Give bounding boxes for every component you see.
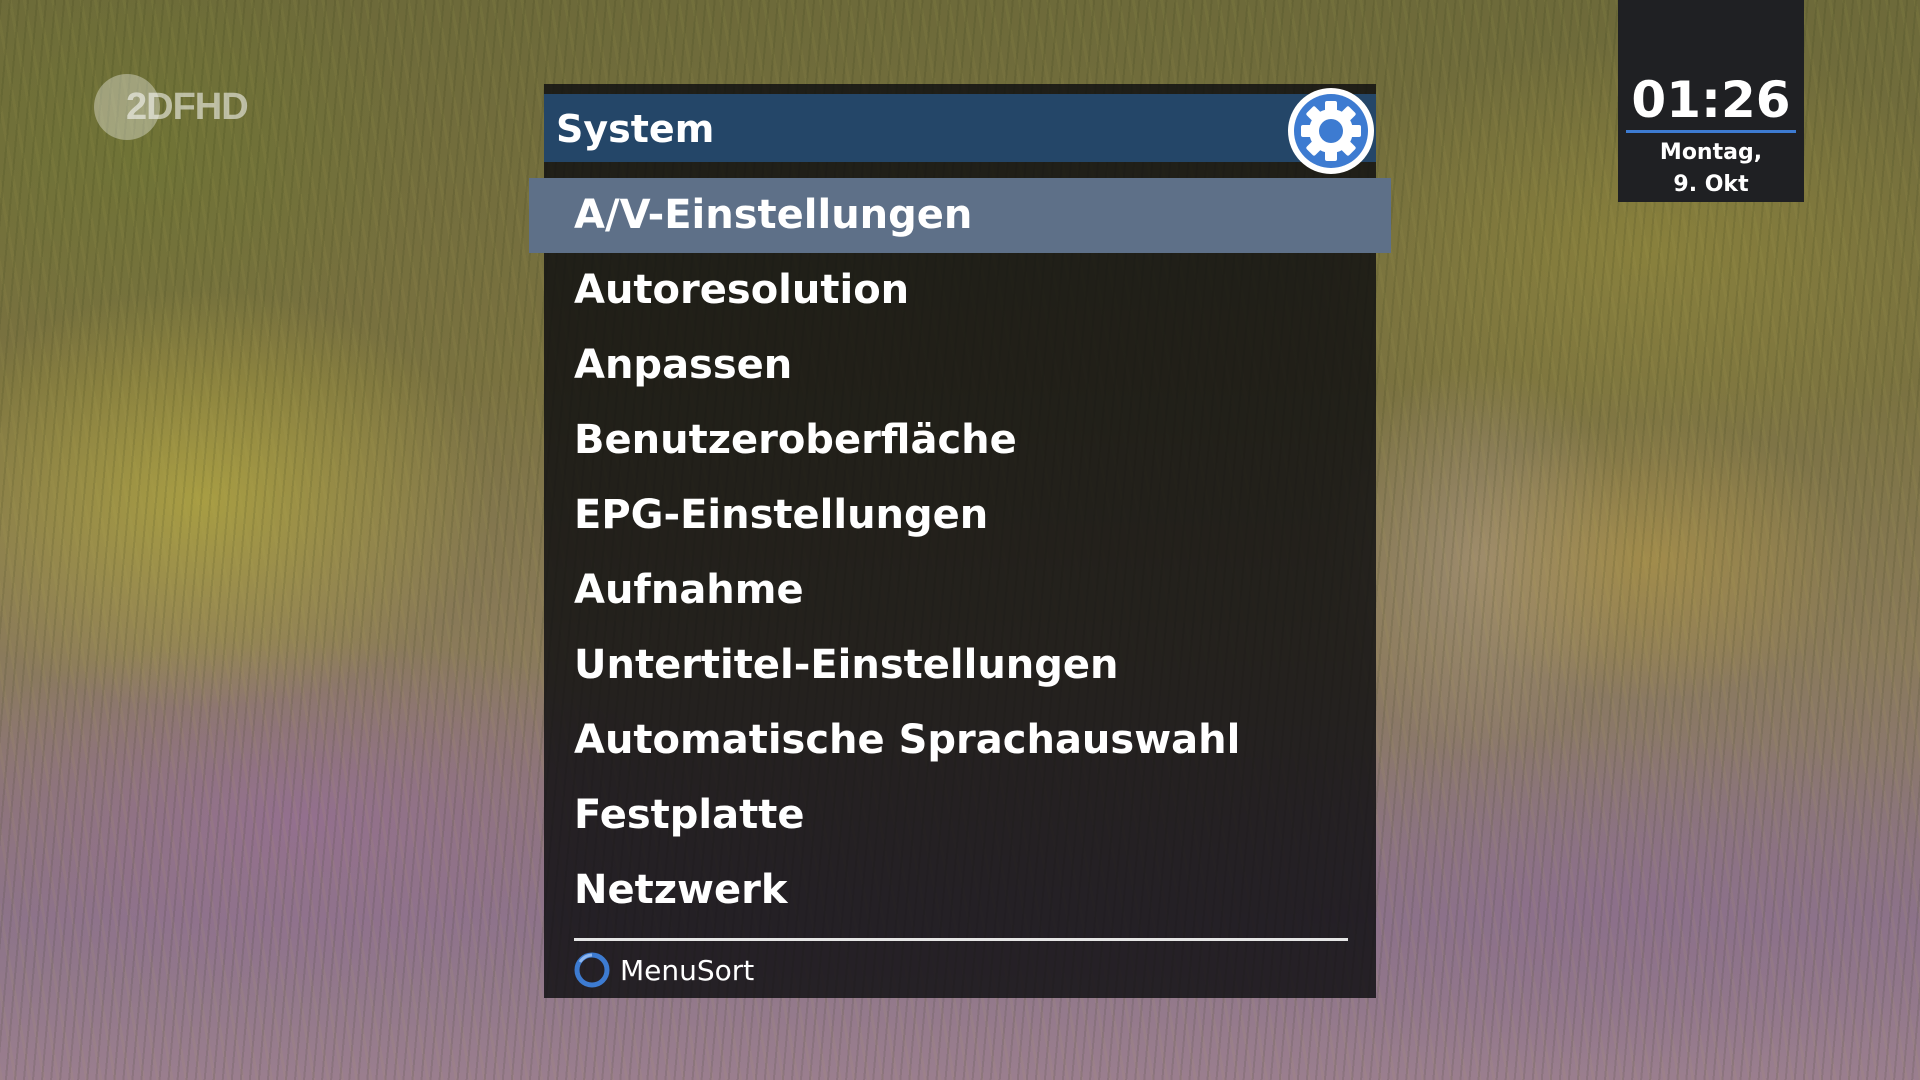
menu-item-hard-disk[interactable]: Festplatte (544, 778, 1376, 853)
menu-title: System (556, 107, 715, 151)
clock-day: Montag, (1659, 140, 1763, 165)
clock-divider (1626, 130, 1796, 133)
menu-item-user-interface[interactable]: Benutzeroberfläche (544, 403, 1376, 478)
menu-item-epg-settings[interactable]: EPG-Einstellungen (544, 478, 1376, 553)
menu-item-av-settings[interactable]: A/V-Einstellungen (529, 178, 1391, 253)
system-menu: System A/V-Einstellungen Autoresolution … (529, 84, 1391, 998)
menu-item-label: Aufnahme (574, 567, 804, 613)
gear-icon (1288, 88, 1374, 174)
clock-panel: 01:26 Montag, 9. Okt (1618, 0, 1804, 202)
tv-screen: 2DFHD 01:26 Montag, 9. Okt System A/V-Ei… (0, 0, 1920, 1080)
menu-item-label: Untertitel-Einstellungen (574, 642, 1119, 688)
menu-header: System (544, 94, 1376, 162)
menu-item-network[interactable]: Netzwerk (544, 853, 1376, 928)
menu-separator (574, 938, 1348, 941)
menu-item-label: Netzwerk (574, 867, 788, 913)
menu-footer-menusort[interactable]: MenuSort (574, 952, 754, 988)
menu-item-label: Automatische Sprachauswahl (574, 717, 1241, 763)
menu-item-label: Benutzeroberfläche (574, 417, 1017, 463)
menu-item-label: Festplatte (574, 792, 805, 838)
menu-item-autoresolution[interactable]: Autoresolution (544, 253, 1376, 328)
clock-date: 9. Okt (1673, 172, 1749, 197)
menu-item-label: EPG-Einstellungen (574, 492, 989, 538)
clock-time: 01:26 (1631, 71, 1791, 129)
menu-footer-label: MenuSort (620, 953, 755, 987)
menu-item-label: Autoresolution (574, 267, 910, 313)
menu-item-label: Anpassen (574, 342, 793, 388)
blue-button-icon (574, 952, 610, 988)
menu-item-subtitle-settings[interactable]: Untertitel-Einstellungen (544, 628, 1376, 703)
menu-item-recording[interactable]: Aufnahme (544, 553, 1376, 628)
menu-item-customize[interactable]: Anpassen (544, 328, 1376, 403)
channel-logo: 2DFHD (94, 74, 284, 140)
menu-item-auto-language[interactable]: Automatische Sprachauswahl (544, 703, 1376, 778)
channel-logo-text: 2DFHD (126, 86, 249, 128)
menu-item-label: A/V-Einstellungen (574, 192, 973, 238)
menu-list: A/V-Einstellungen Autoresolution Anpasse… (529, 178, 1391, 928)
